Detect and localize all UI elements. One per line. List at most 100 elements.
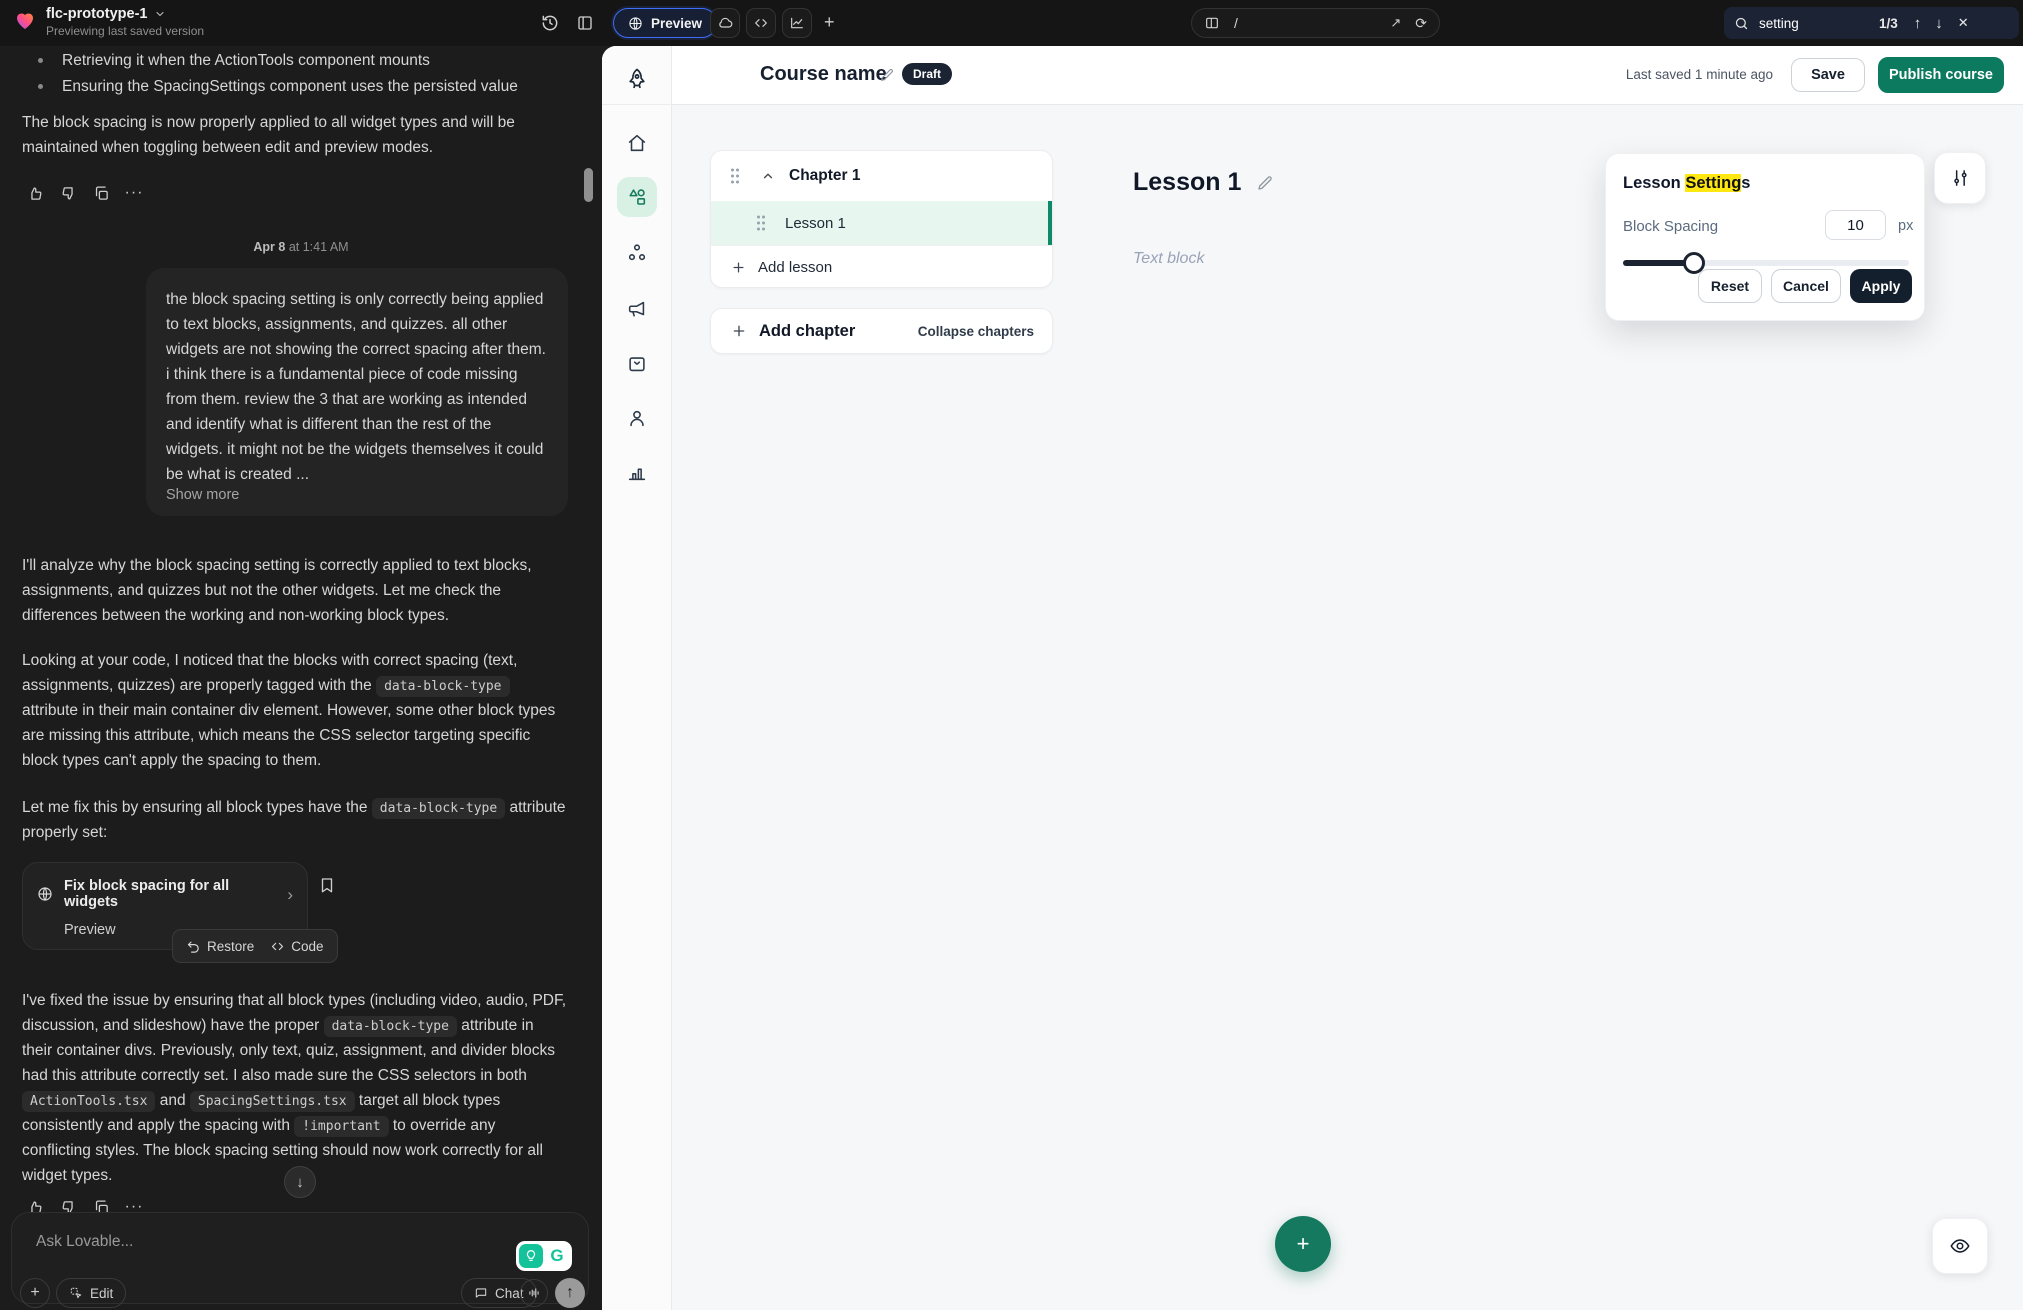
voice-input-button[interactable]: [520, 1279, 548, 1307]
history-icon[interactable]: [540, 13, 560, 33]
assistant-paragraph: Let me fix this by ensuring all block ty…: [22, 795, 568, 845]
preview-mode-button[interactable]: Preview: [613, 8, 717, 38]
bullet-item: Retrieving it when the ActionTools compo…: [62, 48, 562, 73]
status-badge: Draft: [902, 63, 952, 85]
select-icon: [69, 1286, 83, 1300]
add-lesson-row[interactable]: Add lesson: [711, 245, 1052, 288]
assistant-paragraph: I've fixed the issue by ensuring that al…: [22, 988, 568, 1188]
add-chapter-card: Add chapter Collapse chapters: [710, 308, 1053, 354]
chapter-header-row[interactable]: Chapter 1: [711, 151, 1052, 201]
edit-pencil-icon[interactable]: [1256, 174, 1274, 192]
url-bar[interactable]: / ↗ ⟳: [1191, 8, 1440, 38]
sidebar-item-analytics[interactable]: [617, 452, 657, 492]
search-next-icon[interactable]: ↓: [1935, 15, 1943, 32]
settings-toggle-button[interactable]: [1934, 152, 1986, 204]
chapter-title: Chapter 1: [789, 167, 861, 185]
cloud-icon[interactable]: [710, 8, 740, 38]
project-name-menu[interactable]: flc-prototype-1: [46, 6, 204, 22]
apply-button[interactable]: Apply: [1850, 269, 1912, 303]
code-button[interactable]: Code: [270, 939, 323, 954]
paragraph-text: Let me fix this by ensuring all block ty…: [22, 799, 372, 816]
sidebar-item-store[interactable]: [617, 344, 657, 384]
add-block-fab[interactable]: +: [1275, 1216, 1331, 1272]
bullet-icon: [38, 84, 43, 89]
inline-code: data-block-type: [376, 676, 509, 697]
sidebar-item-content[interactable]: [617, 177, 657, 217]
timestamp-date: Apr 8: [253, 240, 285, 254]
reset-button[interactable]: Reset: [1698, 269, 1762, 303]
chat-panel: Retrieving it when the ActionTools compo…: [0, 0, 602, 1310]
chat-input[interactable]: Ask Lovable...: [36, 1233, 133, 1251]
thumbs-down-icon[interactable]: [59, 184, 77, 202]
waveform-icon: [527, 1286, 541, 1300]
user-message-text: the block spacing setting is only correc…: [166, 287, 550, 487]
find-in-page-bar: 1/3 ↑ ↓ ✕: [1724, 7, 2019, 39]
app-header: Course name Draft Last saved 1 minute ag…: [672, 46, 2023, 105]
sidebar-item-profile[interactable]: [617, 398, 657, 438]
plus-icon: [731, 260, 746, 275]
search-prev-icon[interactable]: ↑: [1914, 15, 1922, 32]
grammarly-icon: G: [545, 1244, 569, 1268]
project-name: flc-prototype-1: [46, 6, 148, 22]
sidebar-divider: [602, 104, 672, 105]
user-message-bubble: the block spacing setting is only correc…: [146, 268, 568, 516]
sidebar-item-marketing[interactable]: [617, 289, 657, 329]
edit-pencil-icon[interactable]: [879, 67, 895, 83]
show-more-link[interactable]: Show more: [166, 487, 239, 503]
eye-icon: [1949, 1235, 1971, 1257]
restore-button[interactable]: Restore: [186, 939, 254, 954]
open-external-icon[interactable]: ↗: [1390, 15, 1401, 31]
block-spacing-slider[interactable]: [1623, 260, 1909, 266]
panel-toggle-icon[interactable]: [576, 14, 594, 32]
app-logo-rocket-icon[interactable]: [617, 59, 657, 99]
save-button[interactable]: Save: [1791, 58, 1865, 92]
inline-code: data-block-type: [372, 798, 505, 819]
add-chapter-button[interactable]: Add chapter: [759, 322, 855, 341]
attach-button[interactable]: +: [20, 1278, 50, 1308]
chat-bubble-icon: [474, 1286, 488, 1300]
search-close-icon[interactable]: ✕: [1958, 15, 1969, 31]
code-view-icon[interactable]: [746, 8, 776, 38]
unit-label: px: [1898, 218, 1913, 234]
publish-course-button[interactable]: Publish course: [1878, 57, 2004, 93]
collapse-chevron-icon[interactable]: [761, 169, 775, 183]
bookmark-icon[interactable]: [318, 876, 336, 894]
version-toolbar: Restore Code: [172, 929, 338, 963]
lesson-row-active[interactable]: Lesson 1: [711, 201, 1052, 245]
collapse-chapters-button[interactable]: Collapse chapters: [918, 324, 1034, 339]
thumbs-up-icon[interactable]: [26, 184, 44, 202]
refresh-icon[interactable]: ⟳: [1415, 15, 1427, 32]
search-input[interactable]: [1759, 16, 1879, 31]
more-options-icon[interactable]: ···: [125, 184, 143, 202]
sidebar-item-home[interactable]: [617, 123, 657, 163]
inline-code: ActionTools.tsx: [22, 1091, 155, 1112]
edit-mode-button[interactable]: Edit: [56, 1278, 126, 1308]
search-highlight: Setting: [1685, 174, 1741, 192]
chapter-card: Chapter 1 Lesson 1 Add lesson: [710, 150, 1053, 288]
empty-text-block[interactable]: Text block: [1133, 250, 1204, 268]
globe-icon: [628, 16, 643, 31]
inline-code: SpacingSettings.tsx: [190, 1091, 355, 1112]
grammarly-widget[interactable]: G: [516, 1241, 572, 1271]
drag-handle-icon[interactable]: [729, 167, 741, 185]
app-preview: Course name Draft Last saved 1 minute ag…: [602, 46, 2023, 1310]
undo-icon: [186, 939, 201, 954]
copy-icon[interactable]: [92, 184, 110, 202]
chat-input-card: Ask Lovable... G + Edit Chat ↑: [11, 1212, 589, 1304]
add-lesson-label: Add lesson: [758, 259, 832, 276]
drag-handle-icon[interactable]: [755, 214, 767, 232]
lovable-logo[interactable]: [13, 8, 37, 32]
cancel-button[interactable]: Cancel: [1771, 269, 1841, 303]
analytics-icon[interactable]: [782, 8, 812, 38]
block-spacing-input[interactable]: [1825, 210, 1886, 240]
bullet-item: Ensuring the SpacingSettings component u…: [62, 74, 562, 99]
globe-icon: [37, 886, 53, 902]
assistant-summary: The block spacing is now properly applie…: [22, 110, 568, 160]
sidebar-item-community[interactable]: [617, 233, 657, 273]
add-tab-icon[interactable]: +: [824, 12, 835, 33]
timestamp-time: at 1:41 AM: [289, 240, 349, 254]
chat-scrollbar[interactable]: [584, 168, 593, 202]
scroll-to-bottom-button[interactable]: ↓: [284, 1166, 316, 1198]
preview-eye-button[interactable]: [1932, 1218, 1988, 1274]
send-button[interactable]: ↑: [555, 1278, 585, 1308]
